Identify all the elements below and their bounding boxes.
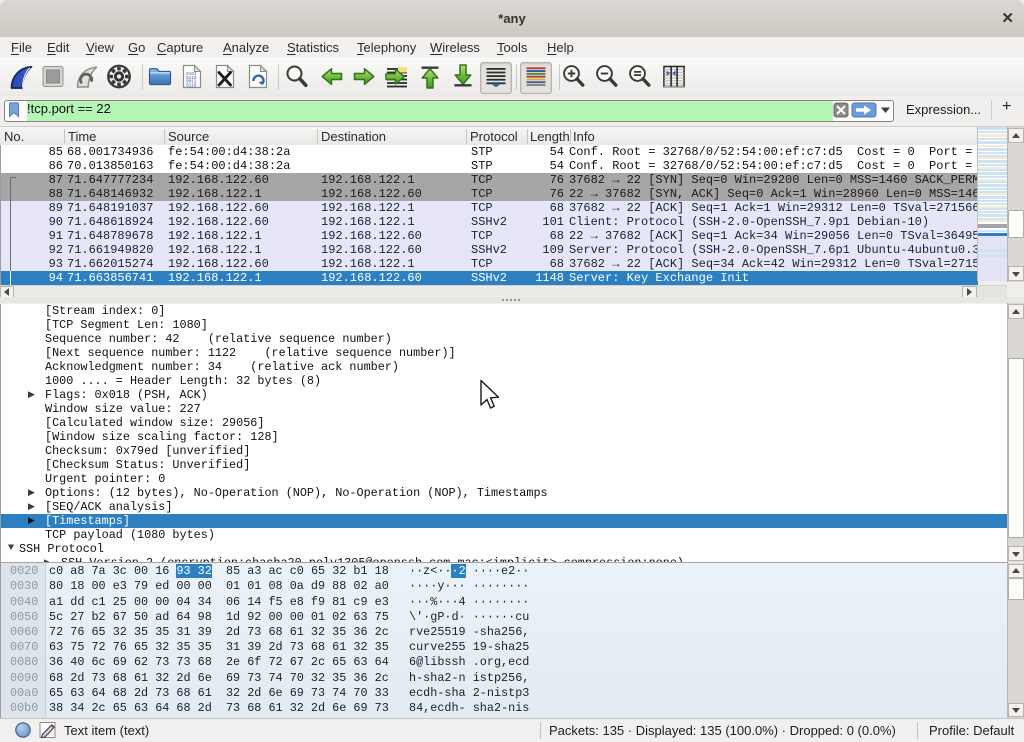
svg-text:0110: 0110 xyxy=(186,83,197,88)
